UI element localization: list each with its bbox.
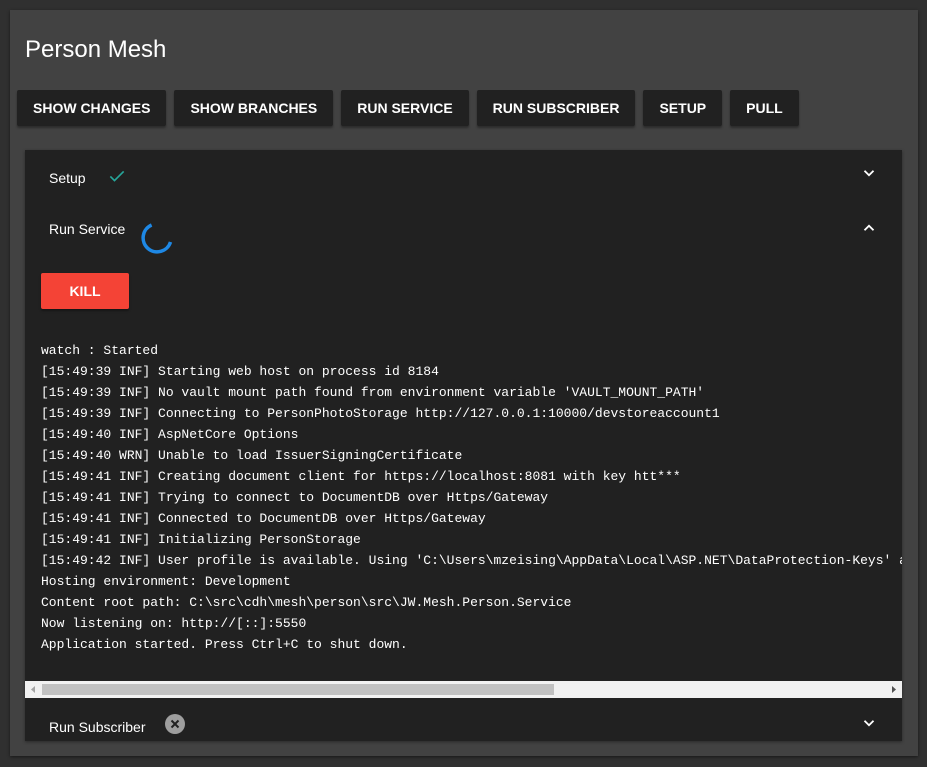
chevron-down-icon xyxy=(860,714,878,732)
log-line: Content root path: C:\src\cdh\mesh\perso… xyxy=(41,595,572,610)
log-line: [15:49:40 INF] AspNetCore Options xyxy=(41,427,299,442)
log-line: [15:49:40 WRN] Unable to load IssuerSign… xyxy=(41,448,463,463)
scroll-right-arrow-icon[interactable] xyxy=(885,681,902,698)
log-lines: watch : Started [15:49:39 INF] Starting w… xyxy=(41,340,902,655)
show-changes-button[interactable]: SHOW CHANGES xyxy=(17,90,167,126)
run-service-panel-header[interactable]: Run Service xyxy=(25,204,902,254)
log-line: [15:49:39 INF] No vault mount path found… xyxy=(41,385,705,400)
app-card: Person Mesh SHOW CHANGES SHOW BRANCHES R… xyxy=(10,10,918,756)
kill-button[interactable]: KILL xyxy=(41,273,129,309)
horizontal-scrollbar[interactable] xyxy=(25,681,902,698)
run-subscriber-panel-label: Run Subscriber xyxy=(49,719,146,735)
scrollbar-thumb[interactable] xyxy=(42,684,554,695)
page-title: Person Mesh xyxy=(25,36,167,63)
log-line: [15:49:39 INF] Starting web host on proc… xyxy=(41,364,439,379)
log-line: Hosting environment: Development xyxy=(41,574,291,589)
check-icon xyxy=(107,166,127,191)
error-circle-icon xyxy=(165,714,185,739)
log-line: Now listening on: http://[::]:5550 xyxy=(41,616,307,631)
log-line: [15:49:41 INF] Trying to connect to Docu… xyxy=(41,490,549,505)
log-line: Application started. Press Ctrl+C to shu… xyxy=(41,637,408,652)
chevron-up-icon xyxy=(860,219,878,237)
log-line: watch : Started xyxy=(41,343,159,358)
log-line: [15:49:42 INF] User profile is available… xyxy=(41,553,902,568)
pull-button[interactable]: PULL xyxy=(730,90,799,126)
service-log-output[interactable]: watch : Started [15:49:39 INF] Starting w… xyxy=(25,338,902,671)
setup-panel-header[interactable]: Setup xyxy=(25,150,902,198)
log-line: [15:49:39 INF] Connecting to PersonPhoto… xyxy=(41,406,720,421)
run-subscriber-button[interactable]: RUN SUBSCRIBER xyxy=(476,90,636,126)
log-line: [15:49:41 INF] Connected to DocumentDB o… xyxy=(41,511,486,526)
show-branches-button[interactable]: SHOW BRANCHES xyxy=(174,90,334,126)
setup-button[interactable]: SETUP xyxy=(643,90,723,126)
run-service-panel-label: Run Service xyxy=(49,221,126,237)
run-subscriber-panel-header[interactable]: Run Subscriber xyxy=(25,698,902,741)
toolbar: SHOW CHANGES SHOW BRANCHES RUN SERVICE R… xyxy=(17,90,807,126)
scroll-left-arrow-icon[interactable] xyxy=(25,681,42,698)
spinner-icon xyxy=(141,222,177,263)
log-line: [15:49:41 INF] Creating document client … xyxy=(41,469,681,484)
log-line: [15:49:41 INF] Initializing PersonStorag… xyxy=(41,532,361,547)
chevron-down-icon xyxy=(860,164,878,182)
expansion-panels: Setup Run Service KILL watch: Started [… xyxy=(25,150,902,741)
run-service-button[interactable]: RUN SERVICE xyxy=(341,90,469,126)
setup-panel-label: Setup xyxy=(49,170,86,186)
